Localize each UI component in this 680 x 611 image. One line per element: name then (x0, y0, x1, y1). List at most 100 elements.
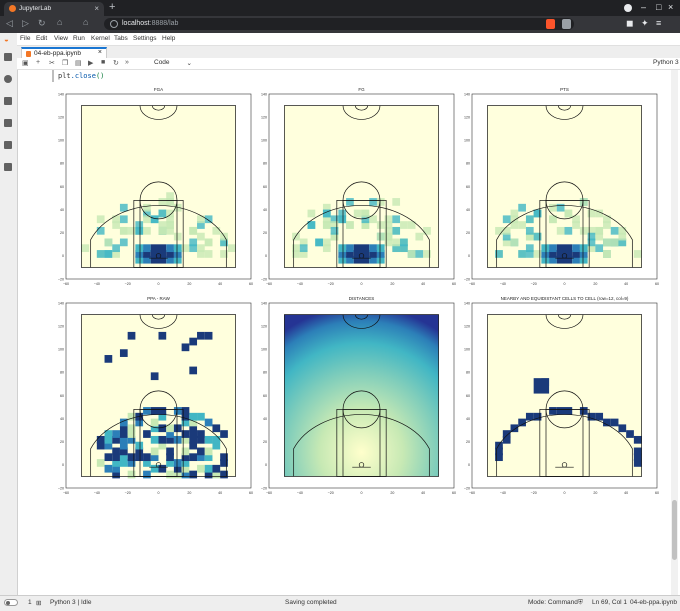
heat-cell (407, 250, 416, 258)
cursor-position[interactable]: Ln 69, Col 1 (592, 599, 627, 606)
y-tick-label: 60 (466, 185, 470, 189)
heat-cell (197, 430, 205, 438)
heat-cell (564, 209, 573, 218)
plot-panel: NEARBY AND EQUIDISTANT CELLS TO CELL (ro… (464, 296, 659, 495)
heat-cell (127, 331, 136, 340)
x-tick-label: 40 (421, 491, 425, 495)
heat-cell (400, 238, 408, 247)
heat-cell (104, 355, 113, 363)
save-status-message: Saving completed (285, 599, 337, 606)
plot-title: PPA - RAW (147, 296, 171, 301)
equidistant-cell (549, 407, 557, 415)
y-tick-label: 100 (58, 139, 64, 143)
heat-cell (189, 244, 198, 253)
heat-cell (423, 250, 431, 258)
heat-cell (587, 209, 596, 218)
equidistant-cell (633, 435, 642, 444)
y-tick-label: −20 (261, 277, 267, 281)
heat-cell (220, 250, 228, 258)
heat-cell (197, 447, 205, 456)
plot-title: DISTANCES (349, 296, 374, 301)
y-tick-label: 20 (263, 231, 267, 235)
heat-cell (353, 244, 362, 253)
heat-cell (197, 331, 205, 340)
y-tick-label: 100 (261, 139, 267, 143)
heat-cell (173, 435, 182, 444)
heat-cell (119, 349, 128, 357)
x-tick-label: 20 (187, 491, 191, 495)
heat-cell (166, 470, 174, 479)
heat-cell (150, 407, 159, 415)
x-tick-label: 60 (452, 491, 456, 495)
heat-cell (204, 418, 213, 427)
equidistant-cell (595, 412, 604, 421)
heat-cell (104, 464, 113, 473)
heat-cell (150, 435, 159, 444)
heat-cell (158, 435, 167, 444)
heat-cell (189, 470, 198, 479)
heat-cell (330, 226, 339, 235)
x-tick-label: −40 (94, 491, 100, 495)
kernel-status[interactable]: Python 3 | Idle (50, 599, 91, 606)
y-tick-label: 120 (464, 115, 470, 119)
heat-cell (533, 209, 542, 218)
simple-mode-toggle[interactable] (4, 599, 18, 606)
x-tick-label: 20 (187, 282, 191, 286)
heat-cell (603, 221, 611, 229)
heat-cell (158, 209, 167, 218)
heat-cell (376, 221, 385, 229)
heat-cell (119, 203, 128, 212)
heat-cell (353, 209, 362, 218)
heat-cell (119, 215, 128, 224)
heat-cell (376, 232, 385, 241)
heat-cell (220, 232, 228, 241)
y-tick-label: 60 (263, 394, 267, 398)
heat-cell (579, 226, 588, 235)
shield-check-icon: ⛨ (578, 599, 583, 606)
heat-cell (173, 244, 182, 253)
y-tick-label: 40 (466, 208, 470, 212)
heat-cell (173, 424, 182, 433)
x-tick-label: 40 (421, 282, 425, 286)
heat-cell (96, 459, 105, 467)
y-tick-label: 80 (263, 371, 267, 375)
heat-cell (204, 435, 213, 444)
heat-cell (579, 244, 588, 253)
scrollbar-thumb[interactable] (672, 500, 677, 560)
plot-panel: PTS −60 −40 −20 0 20 40 60 140 120 100 80 60 40 20 0 −20 (464, 87, 659, 286)
heat-cell (189, 366, 198, 375)
heat-cell (392, 226, 401, 235)
y-tick-label: 120 (58, 115, 64, 119)
heat-cell (502, 226, 511, 235)
output-figure: FGA −60 −40 −20 0 20 40 60 140 120 100 80 60 40 20 0 −20… (58, 87, 659, 495)
heat-cell (150, 244, 159, 253)
heat-cell (127, 470, 136, 479)
equidistant-cell (618, 424, 627, 433)
x-tick-label: −40 (500, 282, 506, 286)
heat-cell (181, 244, 190, 253)
heat-cell (204, 464, 213, 473)
heat-cell (633, 250, 642, 258)
heat-cell (104, 453, 113, 462)
heat-cell (618, 232, 627, 241)
x-tick-label: 0 (564, 491, 566, 495)
y-tick-label: 80 (466, 371, 470, 375)
x-tick-label: 0 (158, 282, 160, 286)
heat-cell (150, 215, 159, 224)
heat-cell (384, 215, 393, 224)
x-tick-label: −20 (328, 282, 334, 286)
heat-cell (112, 244, 120, 253)
x-tick-label: 60 (655, 491, 659, 495)
terminal-count[interactable]: 1 (28, 599, 32, 606)
heat-cell (158, 198, 167, 206)
x-tick-label: 40 (218, 491, 222, 495)
y-tick-label: 40 (466, 417, 470, 421)
heat-cell (315, 238, 323, 247)
x-tick-label: −40 (297, 491, 303, 495)
equidistant-cell (525, 412, 534, 421)
heat-cell (181, 407, 190, 415)
plot-title: FG (358, 87, 365, 92)
heat-cell (533, 250, 542, 258)
mode-indicator[interactable]: Mode: Command (528, 599, 578, 606)
y-tick-label: 0 (265, 463, 267, 467)
